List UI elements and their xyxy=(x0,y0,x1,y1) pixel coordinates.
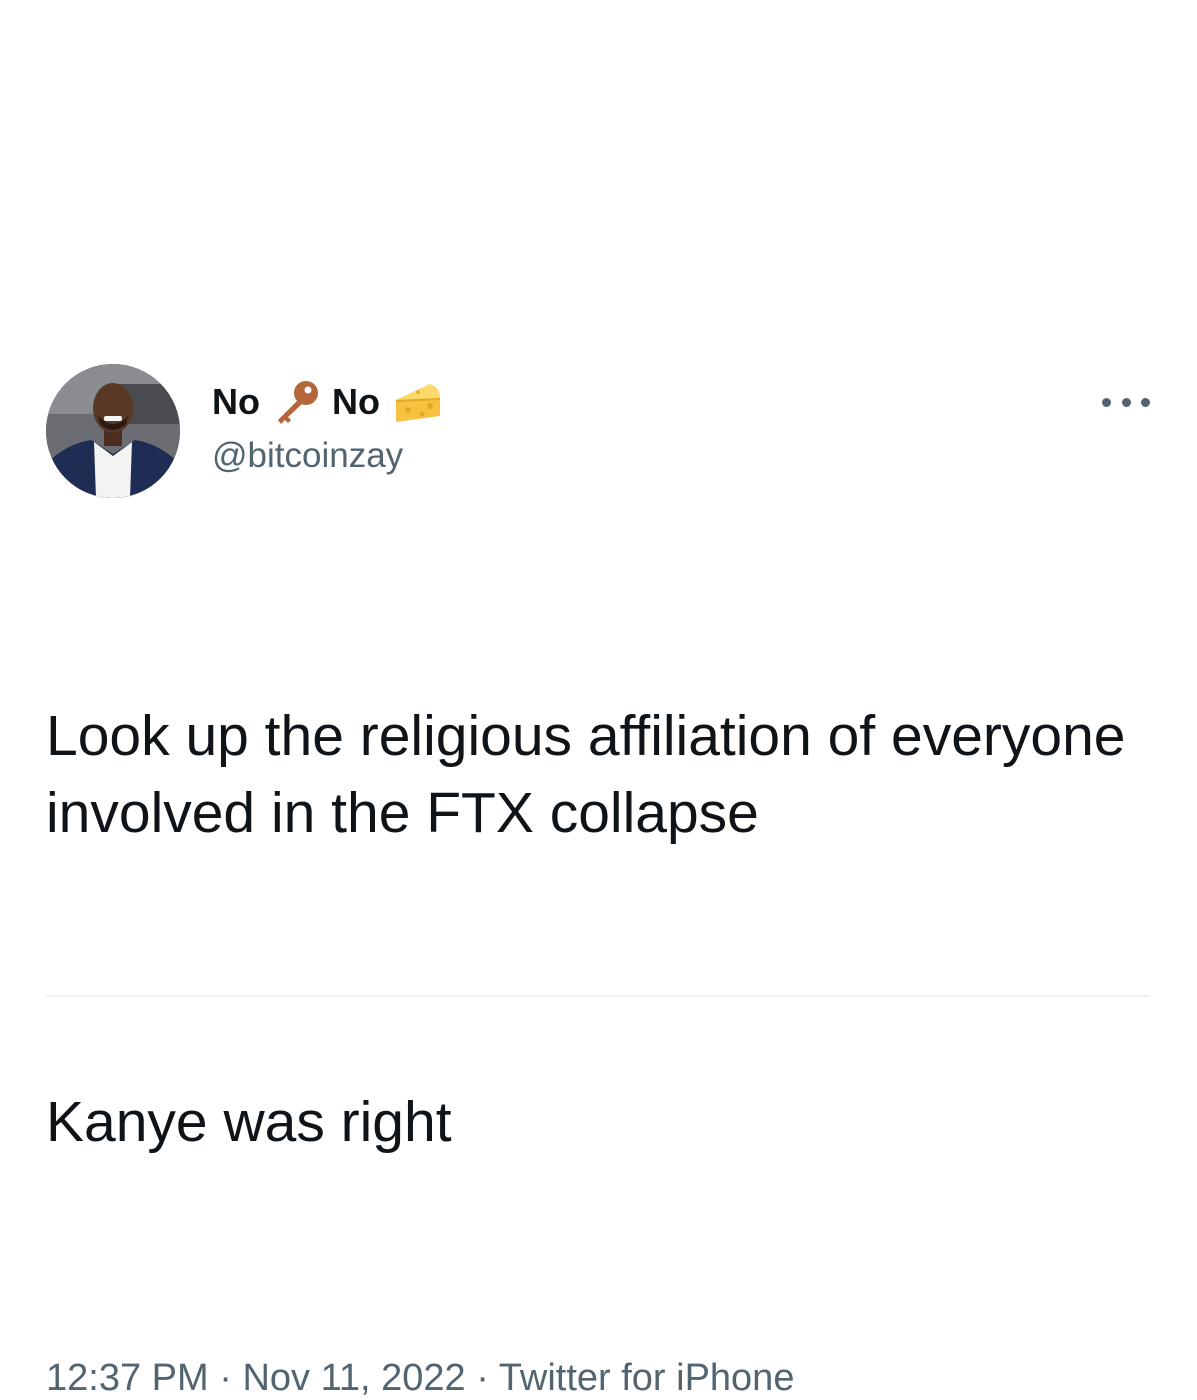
divider xyxy=(46,995,1150,997)
meta-separator: · xyxy=(476,1357,489,1399)
more-dot xyxy=(1102,397,1111,407)
author-handle[interactable]: @bitcoinzay xyxy=(212,436,403,476)
tweet-header: No No @bitcoinzay xyxy=(46,364,1150,498)
more-dot xyxy=(1141,397,1150,407)
cheese-icon xyxy=(392,378,442,426)
tweet-text-paragraph-2: Kanye was right xyxy=(46,1090,452,1154)
more-dot xyxy=(1121,397,1131,407)
more-options-icon[interactable] xyxy=(1102,390,1150,414)
tweet-time[interactable]: 12:37 PM xyxy=(46,1357,209,1399)
meta-separator: · xyxy=(219,1357,232,1399)
avatar[interactable] xyxy=(46,364,180,498)
tweet: No No @bitcoinzay Look up the religious … xyxy=(46,364,1150,1400)
author-name[interactable]: No No xyxy=(212,378,452,426)
avatar-photo xyxy=(46,364,180,498)
author-name-part2: No xyxy=(332,381,380,422)
author-name-part1: No xyxy=(212,381,260,422)
tweet-text: Look up the religious affiliation of eve… xyxy=(46,544,1150,1315)
tweet-metadata: 12:37 PM · Nov 11, 2022 · Twitter for iP… xyxy=(46,1357,1150,1400)
tweet-date[interactable]: Nov 11, 2022 xyxy=(242,1357,465,1399)
tweet-source[interactable]: Twitter for iPhone xyxy=(499,1357,795,1399)
tweet-text-paragraph-1: Look up the religious affiliation of eve… xyxy=(46,704,1142,845)
key-icon xyxy=(272,378,322,426)
